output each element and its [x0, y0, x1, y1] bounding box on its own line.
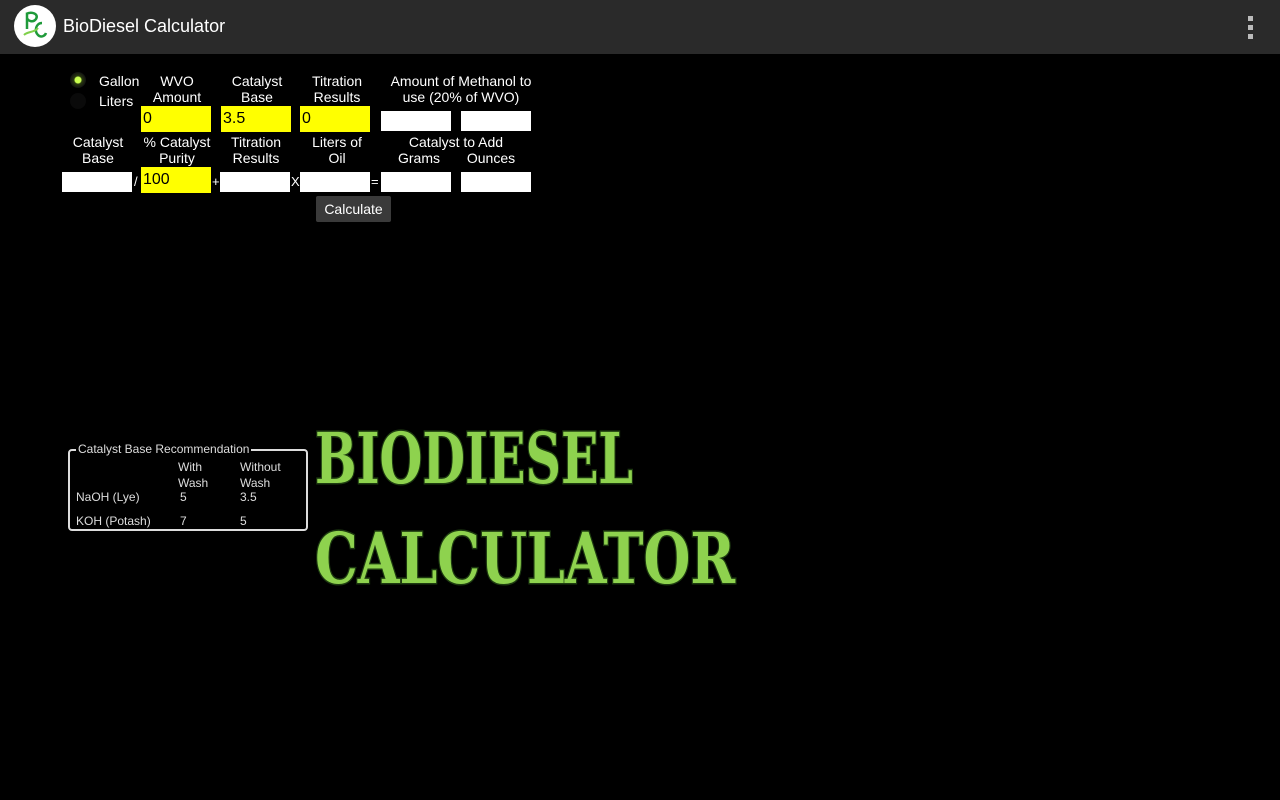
catalyst-purity-input[interactable]: [141, 167, 211, 193]
app-title: BioDiesel Calculator: [63, 16, 226, 36]
liters-of-oil-output[interactable]: [300, 172, 370, 192]
wvo-amount-input[interactable]: [141, 106, 211, 132]
header-methanol-amount: Amount of Methanol to use (20% of WVO): [390, 73, 532, 105]
header-catalyst-to-add: Catalyst to Add: [408, 134, 504, 150]
overflow-menu-icon[interactable]: [1240, 12, 1260, 42]
row-koh-name: KOH (Potash): [76, 514, 151, 528]
logo-line-1: BIODIESEL: [315, 417, 633, 500]
plus-operator: +: [212, 174, 220, 189]
header-liters-of-oil: Liters of Oil: [312, 134, 362, 166]
titration-results-input[interactable]: [300, 106, 370, 132]
titration-output[interactable]: [220, 172, 290, 192]
methanol-output-2[interactable]: [461, 111, 531, 131]
header-wvo-amount: WVO Amount: [152, 73, 202, 105]
header-titration-results: Titration Results: [311, 73, 363, 105]
liters-label: Liters: [99, 93, 134, 109]
header-catalyst-base-2: Catalyst Base: [72, 134, 124, 166]
header-ounces: Ounces: [466, 150, 516, 166]
liters-radio[interactable]: [70, 93, 86, 109]
ounces-output[interactable]: [461, 172, 531, 192]
row-koh-with: 7: [180, 514, 187, 528]
header-catalyst-base: Catalyst Base: [231, 73, 283, 105]
recommendation-title: Catalyst Base Recommendation: [76, 442, 252, 456]
app-logo-icon[interactable]: [14, 5, 56, 47]
methanol-output-1[interactable]: [381, 111, 451, 131]
equals-operator: =: [371, 174, 379, 189]
col-with-wash: With Wash: [178, 460, 209, 490]
divide-operator: /: [134, 174, 138, 189]
row-naoh-name: NaOH (Lye): [76, 490, 140, 504]
logo-line-2: CALCULATOR: [315, 517, 736, 600]
times-operator: X: [291, 174, 300, 189]
header-titration-results-2: Titration Results: [230, 134, 282, 166]
catalyst-base-input[interactable]: [221, 106, 291, 132]
catalyst-base-output[interactable]: [62, 172, 132, 192]
catalyst-recommendation-panel: Catalyst Base Recommendation With Wash W…: [68, 442, 308, 531]
row-naoh-without: 3.5: [240, 490, 257, 504]
gallon-label: Gallon: [99, 73, 140, 89]
action-bar: BioDiesel Calculator: [0, 0, 1280, 54]
row-koh-without: 5: [240, 514, 247, 528]
col-without-wash: Without Wash: [240, 460, 281, 490]
header-catalyst-purity: % Catalyst Purity: [143, 134, 211, 166]
row-naoh-with: 5: [180, 490, 187, 504]
grams-output[interactable]: [381, 172, 451, 192]
biodiesel-calculator-logo: BIODIESEL CALCULATOR: [314, 416, 738, 602]
gallon-radio[interactable]: [70, 72, 86, 88]
header-grams: Grams: [398, 150, 440, 166]
calculate-button[interactable]: Calculate: [316, 196, 391, 222]
